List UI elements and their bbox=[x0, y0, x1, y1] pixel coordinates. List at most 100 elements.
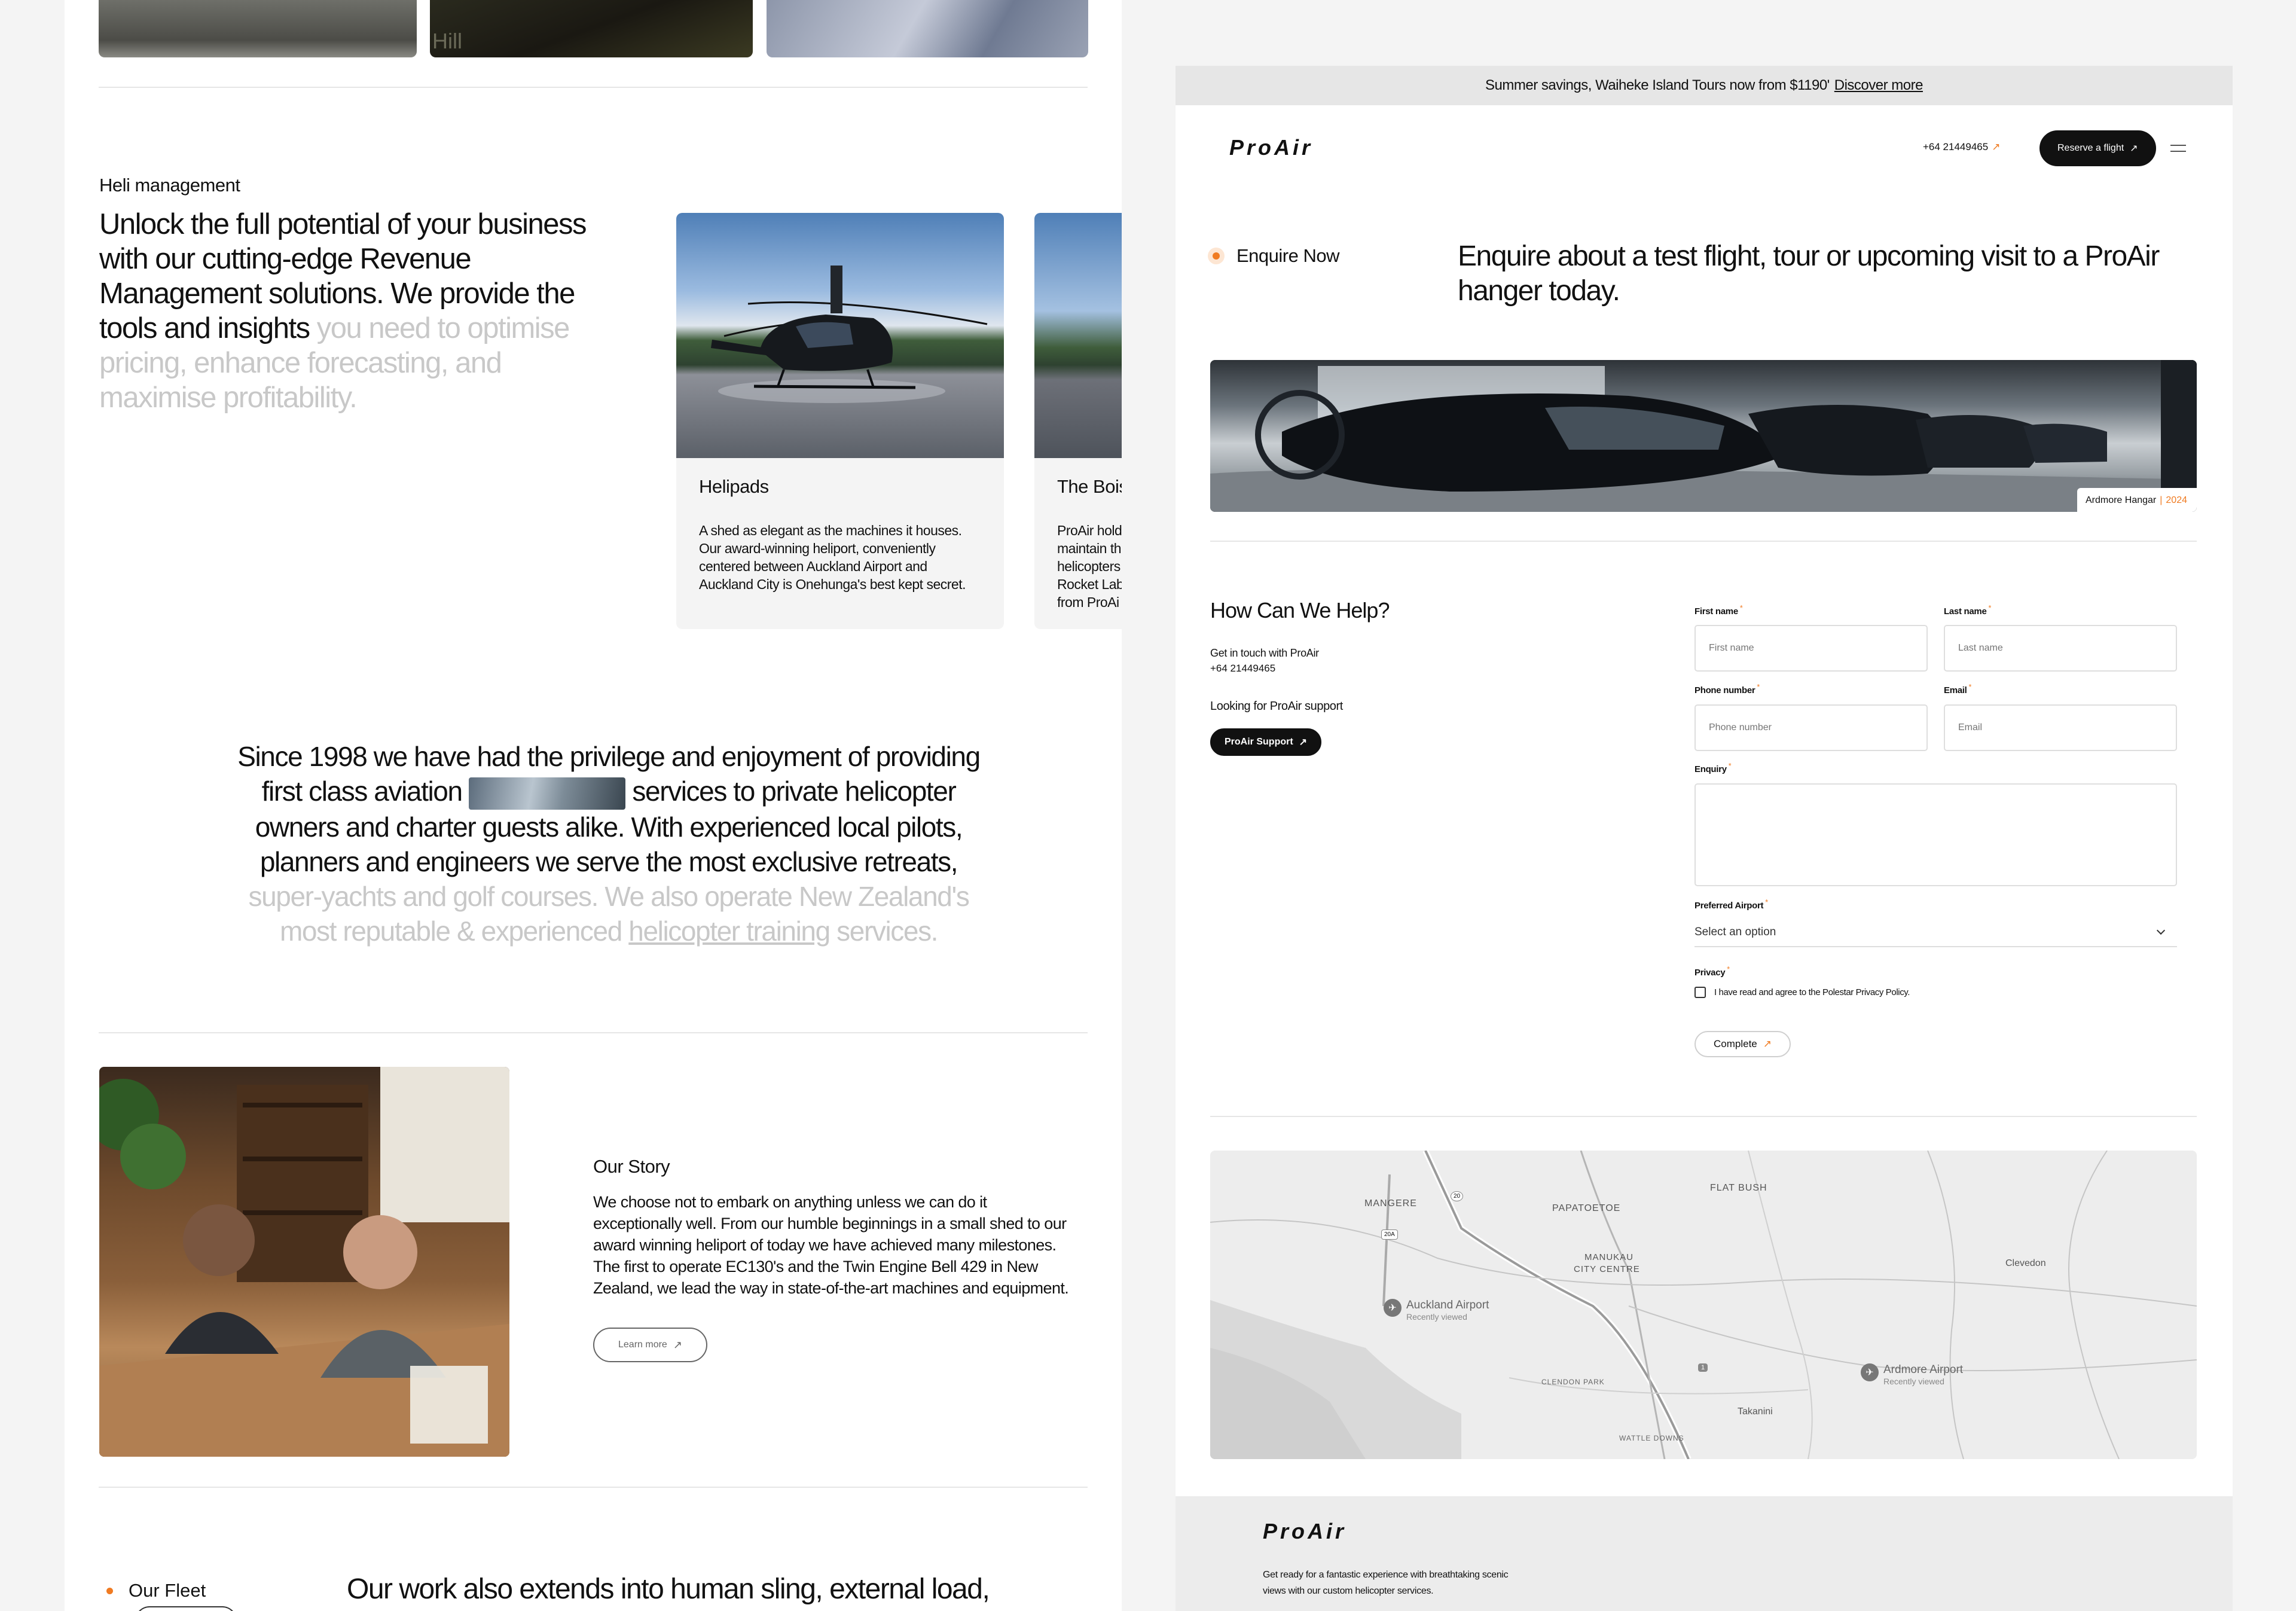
card-body-line: helicopters bbox=[1057, 559, 1120, 574]
footer-logo[interactable]: ProAir bbox=[1263, 1519, 1347, 1544]
card-body: A shed as elegant as the machines it hou… bbox=[699, 523, 966, 592]
since-text: first class aviation bbox=[261, 776, 463, 807]
learn-more-button[interactable]: Learn more ↗ bbox=[593, 1328, 707, 1362]
airport-select[interactable]: Select an option bbox=[1694, 919, 2177, 947]
card-title: Helipads bbox=[699, 476, 769, 497]
card-the-bois[interactable]: The Bois ProAir hold maintain th helicop… bbox=[1034, 213, 1122, 629]
first-name-input[interactable] bbox=[1694, 625, 1928, 672]
map-marker-ardmore-airport[interactable]: ✈ Ardmore Airport Recently viewed bbox=[1861, 1363, 1963, 1386]
top-image-hangar bbox=[99, 0, 417, 57]
footer-tagline-line: views with our custom helicopter service… bbox=[1263, 1586, 1434, 1596]
footer: ProAir Get ready for a fantastic experie… bbox=[1176, 1496, 2233, 1611]
arrow-up-right-icon: ↗ bbox=[2130, 144, 2138, 154]
reserve-flight-label: Reserve a flight bbox=[2057, 143, 2124, 153]
map-marker-text: Auckland Airport Recently viewed bbox=[1406, 1299, 1489, 1322]
divider bbox=[1210, 1116, 2197, 1117]
required-mark: * bbox=[1727, 965, 1730, 974]
since-line: first class aviation services to private… bbox=[184, 774, 1033, 810]
card-photo bbox=[1034, 213, 1122, 458]
email-input[interactable] bbox=[1944, 704, 2177, 751]
card-helipads[interactable]: Helipads A shed as elegant as the machin… bbox=[676, 213, 1004, 629]
required-mark: * bbox=[1739, 604, 1743, 612]
divider bbox=[99, 1032, 1088, 1033]
since-line: planners and engineers we serve the most… bbox=[259, 846, 958, 877]
label-text: Phone number bbox=[1694, 685, 1755, 695]
location-map[interactable]: MANGERE PAPATOETOE FLAT BUSH MANUKAU CIT… bbox=[1210, 1151, 2197, 1459]
proair-logo[interactable]: ProAir bbox=[1229, 135, 1313, 160]
hero-caption: Ardmore Hangar | 2024 bbox=[2077, 488, 2197, 512]
about-page: Hill Heli management Unlock the full pot… bbox=[65, 0, 1122, 1611]
map-label-papatoetoe: PAPATOETOE bbox=[1552, 1203, 1621, 1213]
top-image-night: Hill bbox=[430, 0, 753, 57]
map-label-clevedon: Clevedon bbox=[2005, 1258, 2046, 1268]
hangar-hero-image: Ardmore Hangar | 2024 bbox=[1210, 360, 2197, 512]
required-mark: * bbox=[1728, 762, 1732, 770]
enquiry-textarea[interactable] bbox=[1694, 783, 2177, 886]
phone-input[interactable] bbox=[1694, 704, 1928, 751]
arrow-up-right-icon: ↗ bbox=[1763, 1038, 1772, 1049]
required-mark: * bbox=[1757, 683, 1760, 691]
card-body-line: Rocket Lab bbox=[1057, 576, 1122, 592]
card-body-line: maintain th bbox=[1057, 541, 1122, 556]
privacy-consent[interactable]: I have read and agree to the Polestar Pr… bbox=[1694, 987, 1910, 998]
header-phone[interactable]: +64 21449465 ↗ bbox=[1923, 141, 2000, 153]
discover-more-link[interactable]: Discover more bbox=[1834, 77, 1923, 94]
status-dot-icon bbox=[1213, 252, 1220, 260]
map-label-city-centre: CITY CENTRE bbox=[1574, 1264, 1640, 1274]
inline-aviation-image bbox=[469, 777, 626, 810]
last-name-input[interactable] bbox=[1944, 625, 2177, 672]
card-title: The Bois bbox=[1057, 476, 1122, 497]
since-line: most reputable & experienced helicopter … bbox=[184, 914, 1033, 948]
airport-note: Recently viewed bbox=[1406, 1312, 1467, 1322]
map-marker-text: Ardmore Airport Recently viewed bbox=[1883, 1363, 1963, 1386]
since-text: most reputable & experienced bbox=[279, 915, 629, 947]
road-shield-20: 20 bbox=[1451, 1191, 1464, 1201]
privacy-checkbox[interactable] bbox=[1694, 987, 1706, 998]
promo-text: Summer savings, Waiheke Island Tours now… bbox=[1485, 77, 1830, 93]
contact-phone[interactable]: +64 21449465 bbox=[1210, 663, 1275, 675]
arrow-up-right-icon: ↗ bbox=[673, 1338, 682, 1351]
divider bbox=[1210, 541, 2197, 542]
help-title: How Can We Help? bbox=[1210, 598, 1390, 623]
helipad-photo bbox=[676, 213, 1004, 458]
label-text: Enquiry bbox=[1694, 764, 1727, 774]
road-shield-20a: 20A bbox=[1381, 1229, 1398, 1240]
reserve-flight-button[interactable]: Reserve a flight ↗ bbox=[2039, 130, 2156, 166]
label-text: First name bbox=[1694, 606, 1738, 617]
map-label-takanini: Takanini bbox=[1738, 1406, 1773, 1417]
our-fleet-button-stub[interactable] bbox=[135, 1606, 237, 1611]
card-body-line: ProAir hold bbox=[1057, 523, 1122, 538]
heli-management-eyebrow: Heli management bbox=[99, 175, 240, 196]
our-fleet-heading: Our work also extends into human sling, … bbox=[347, 1573, 990, 1605]
enquiry-label: Enquiry * bbox=[1694, 762, 1732, 774]
menu-icon[interactable] bbox=[2170, 145, 2186, 152]
required-mark: * bbox=[1968, 683, 1972, 691]
map-marker-auckland-airport[interactable]: ✈ Auckland Airport Recently viewed bbox=[1384, 1299, 1489, 1322]
our-story-photo bbox=[99, 1067, 509, 1457]
enquire-page: Summer savings, Waiheke Island Tours now… bbox=[1176, 66, 2233, 1611]
phone-label: Phone number * bbox=[1694, 683, 1760, 695]
required-mark: * bbox=[1988, 604, 1992, 612]
map-label-flat-bush: FLAT BUSH bbox=[1710, 1183, 1767, 1193]
footer-tagline: Get ready for a fantastic experience wit… bbox=[1263, 1567, 1509, 1599]
map-label-wattle-downs: WATTLE DOWNS bbox=[1619, 1434, 1684, 1442]
proair-support-button[interactable]: ProAir Support ↗ bbox=[1210, 728, 1322, 756]
since-line: super-yachts and golf courses. We also o… bbox=[248, 880, 970, 912]
label-text: Email bbox=[1944, 685, 1967, 695]
label-text: Privacy bbox=[1694, 968, 1726, 978]
header-phone-text: +64 21449465 bbox=[1923, 141, 1989, 152]
since-1998-statement: Since 1998 we have had the privilege and… bbox=[184, 739, 1033, 948]
email-label: Email * bbox=[1944, 683, 1971, 695]
heli-management-lede: Unlock the full potential of your busine… bbox=[99, 207, 607, 415]
caption-place: Ardmore Hangar bbox=[2085, 495, 2157, 505]
complete-button[interactable]: Complete ↗ bbox=[1694, 1031, 1791, 1057]
helicopter-training-link[interactable]: helicopter training bbox=[628, 916, 831, 947]
enquire-now-text: Enquire Now bbox=[1236, 245, 1339, 266]
divider bbox=[99, 1487, 1088, 1488]
label-text: Preferred Airport bbox=[1694, 901, 1764, 911]
arrow-up-right-icon: ↗ bbox=[1992, 141, 2001, 152]
required-mark: * bbox=[1765, 898, 1768, 907]
caption-separator: | bbox=[2160, 495, 2163, 505]
our-story-title: Our Story bbox=[593, 1156, 670, 1177]
bullet-dot-icon bbox=[106, 1587, 113, 1594]
